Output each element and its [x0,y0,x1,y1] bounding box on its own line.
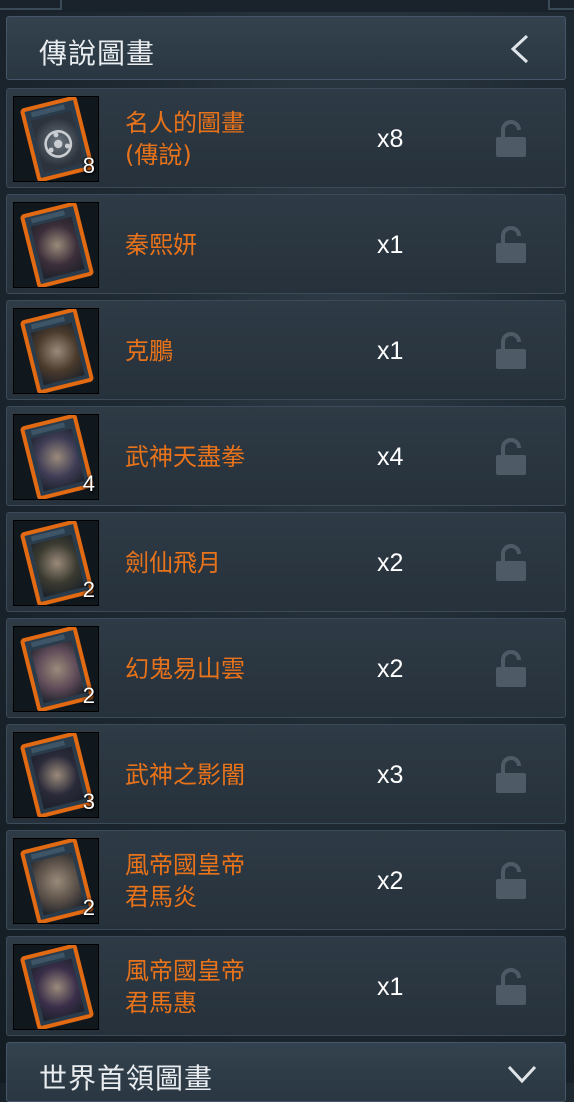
card-thumbnail[interactable] [13,944,99,1030]
card-quantity: x2 [377,655,404,683]
card-thumbnail[interactable]: 8 [13,96,99,182]
portrait-card-image [19,309,95,393]
card-row[interactable]: 秦熙妍 x1 [6,194,566,294]
card-count-badge: 2 [82,577,95,602]
seal-emblem-icon [44,130,73,158]
lock-icon[interactable] [493,543,529,583]
card-name: 劍仙飛月 [125,549,221,577]
card-name: 風帝國皇帝 君馬炎 [125,851,245,911]
lock-icon[interactable] [493,755,529,795]
card-row[interactable]: 8 名人的圖畫 (傳說) x8 [6,88,566,188]
portrait-card-image [19,945,95,1029]
card-thumbnail[interactable]: 3 [13,732,99,818]
section-title-world-boss: 世界首領圖畫 [39,1062,214,1095]
card-quantity: x1 [377,337,404,365]
chevron-down-icon[interactable] [507,1059,537,1091]
card-thumbnail[interactable]: 2 [13,520,99,606]
card-name: 秦熙妍 [125,231,197,259]
lock-icon[interactable] [493,649,529,689]
lock-icon[interactable] [493,861,529,901]
card-thumbnail[interactable] [13,202,99,288]
section-header-legend[interactable]: 傳說圖畫 [6,16,566,80]
card-quantity: x3 [377,761,404,789]
card-count-badge: 2 [82,683,95,708]
card-name: 風帝國皇帝 君馬惠 [125,957,245,1017]
card-quantity: x4 [377,443,404,471]
card-thumbnail[interactable]: 2 [13,838,99,924]
card-row[interactable]: 風帝國皇帝 君馬惠 x1 [6,936,566,1036]
card-count-badge: 2 [82,895,95,920]
section-title-legend: 傳說圖畫 [39,37,156,70]
card-quantity: x8 [377,125,404,153]
card-name: 武神天盡拳 [125,443,245,471]
card-row[interactable]: 2 風帝國皇帝 君馬炎 x2 [6,830,566,930]
card-quantity: x2 [377,549,404,577]
card-row[interactable]: 克鵬 x1 [6,300,566,400]
lock-icon[interactable] [493,225,529,265]
card-name: 克鵬 [125,337,173,365]
lock-icon[interactable] [493,967,529,1007]
card-row[interactable]: 3 武神之影闇 x3 [6,724,566,824]
card-count-badge: 4 [82,471,95,496]
card-thumbnail[interactable]: 4 [13,414,99,500]
chevron-left-icon[interactable] [507,33,537,65]
lock-icon[interactable] [493,331,529,371]
card-thumbnail[interactable]: 2 [13,626,99,712]
card-quantity: x1 [377,973,404,1001]
card-count-badge: 8 [82,153,95,178]
card-row[interactable]: 2 幻鬼易山雲 x2 [6,618,566,718]
lock-icon[interactable] [493,437,529,477]
card-row[interactable]: 4 武神天盡拳 x4 [6,406,566,506]
card-name: 名人的圖畫 (傳說) [125,109,245,169]
card-name: 幻鬼易山雲 [125,655,245,683]
top-edge-strip [0,0,574,12]
card-quantity: x2 [377,867,404,895]
portrait-card-image [19,203,95,287]
section-header-world-boss[interactable]: 世界首領圖畫 [6,1042,566,1102]
lock-icon[interactable] [493,119,529,159]
card-name: 武神之影闇 [125,761,245,789]
card-row[interactable]: 2 劍仙飛月 x2 [6,512,566,612]
card-thumbnail[interactable] [13,308,99,394]
card-quantity: x1 [377,231,404,259]
card-count-badge: 3 [82,789,95,814]
